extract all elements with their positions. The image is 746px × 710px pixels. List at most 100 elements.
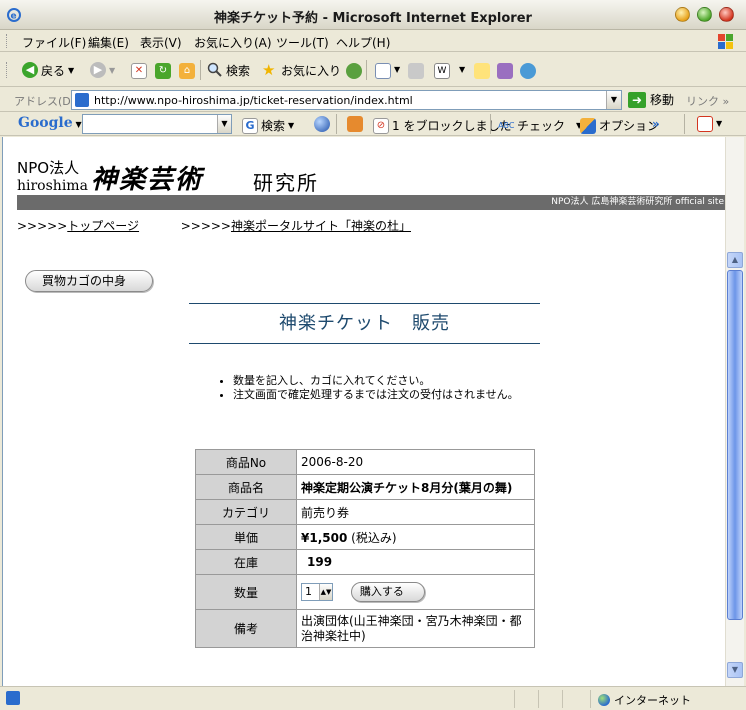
title-bar: e 神楽チケット予約 - Microsoft Internet Explorer [0, 0, 746, 30]
quantity-select[interactable]: 1 ▲▼ [301, 583, 333, 601]
links-toolbar[interactable]: リンク » [686, 93, 729, 109]
toolbar-divider [366, 60, 367, 80]
product-price: ¥1,500 (税込み) [296, 524, 535, 550]
pagerank-icon[interactable] [347, 116, 363, 132]
toolbar-grip[interactable] [6, 62, 9, 78]
buy-button[interactable]: 購入する [350, 582, 425, 602]
google-g-icon: G [242, 117, 258, 134]
google-logo[interactable]: Google ▼ [18, 115, 82, 131]
go-button[interactable]: ➜ 移動 [628, 91, 674, 108]
mail-icon[interactable] [375, 63, 391, 79]
pdf-icon[interactable] [697, 116, 713, 132]
institute-name: 研究所 [253, 171, 319, 195]
back-dropdown-icon[interactable]: ▼ [68, 66, 74, 75]
toolbar-divider [200, 60, 201, 80]
table-row: 商品名 神楽定期公演チケット8月分(葉月の舞) [195, 474, 535, 500]
google-toolbar: Google ▼ ▼ G 検索 ▼ ⊘ 1 をブロックしました ABC チェック… [0, 112, 746, 136]
address-dropdown-icon[interactable]: ▼ [606, 91, 621, 109]
close-button[interactable] [719, 7, 734, 22]
status-divider [562, 690, 563, 708]
quantity-dropdown-icon[interactable]: ▲▼ [319, 584, 332, 600]
options-button[interactable]: オプション [580, 117, 659, 134]
print-icon[interactable] [408, 63, 424, 79]
scrollbar-thumb[interactable] [727, 270, 743, 620]
menu-view[interactable]: 表示(V) [140, 34, 182, 51]
instructions-list: 数量を記入し、カゴに入れてください。 注文画面で確定処理するまでは注文の受付はさ… [217, 374, 519, 402]
messenger-icon[interactable] [520, 63, 536, 79]
product-no: 2006-8-20 [296, 449, 535, 475]
menu-bar: ファイル(F) 編集(E) 表示(V) お気に入り(A) ツール(T) ヘルプ(… [0, 30, 746, 52]
toolbar-divider [336, 114, 337, 134]
google-search-input[interactable]: ▼ [82, 114, 232, 134]
menu-edit[interactable]: 編集(E) [88, 34, 129, 51]
security-zone: インターネット [598, 692, 691, 708]
media-icon[interactable] [346, 63, 362, 79]
search-button[interactable]: 検索 [207, 61, 250, 79]
top-page-link[interactable]: トップページ [67, 219, 139, 233]
status-divider [514, 690, 515, 708]
google-search-button[interactable]: G 検索 ▼ [242, 117, 294, 134]
spell-check-button[interactable]: ABC チェック ▼ [498, 117, 582, 134]
site-band: NPO法人 広島神楽芸術研究所 official site [17, 195, 725, 210]
status-bar: インターネット [0, 686, 746, 710]
more-chevron-icon[interactable]: » [652, 117, 660, 131]
back-button[interactable]: ◀ 戻る ▼ [22, 61, 74, 79]
menu-file[interactable]: ファイル(F) [22, 34, 86, 51]
scroll-up-icon[interactable]: ▲ [727, 252, 743, 268]
refresh-icon[interactable]: ↻ [155, 63, 171, 79]
table-row: カテゴリ 前売り券 [195, 499, 535, 525]
edit-icon[interactable]: W [434, 63, 450, 79]
menu-favorites[interactable]: お気に入り(A) [194, 34, 272, 51]
vertical-scrollbar[interactable]: ▲ ▼ [725, 137, 744, 686]
table-row: 商品No 2006-8-20 [195, 449, 535, 475]
mail-dropdown-icon[interactable]: ▼ [394, 65, 400, 74]
top-links: >>>>>トップページ >>>>>神楽ポータルサイト「神楽の杜」 [17, 219, 411, 233]
status-divider [590, 690, 591, 708]
minimize-button[interactable] [675, 7, 690, 22]
menu-tools[interactable]: ツール(T) [276, 34, 329, 51]
kagura-logo: 神楽芸術 [91, 165, 204, 195]
windows-logo-icon [712, 32, 738, 51]
edit-dropdown-icon[interactable]: ▼ [459, 65, 465, 74]
favorites-button[interactable]: ★ お気に入り [262, 61, 341, 79]
stop-icon[interactable]: ✕ [131, 63, 147, 79]
address-label: アドレス(D) [14, 95, 76, 108]
address-url[interactable]: http://www.npo-hiroshima.jp/ticket-reser… [94, 94, 413, 107]
page-heading: 神楽チケット 販売 [189, 303, 540, 344]
address-input[interactable]: http://www.npo-hiroshima.jp/ticket-reser… [71, 90, 622, 110]
page-icon [75, 93, 89, 107]
quantity-cell: 1 ▲▼ 購入する [296, 574, 535, 610]
options-icon [580, 117, 596, 134]
search-icon [207, 62, 223, 78]
kagura-portal-link[interactable]: 神楽ポータルサイト「神楽の杜」 [231, 219, 411, 233]
home-icon[interactable]: ⌂ [179, 63, 195, 79]
view-cart-button[interactable]: 買物カゴの中身 [25, 270, 153, 292]
maximize-button[interactable] [697, 7, 712, 22]
table-row: 備考 出演団体(山王神楽団・宮乃木神楽団・都治神楽社中) [195, 609, 535, 648]
toolbar-grip[interactable] [6, 34, 9, 48]
list-item: 注文画面で確定処理するまでは注文の受付はされません。 [233, 388, 519, 402]
discuss-icon[interactable] [474, 63, 490, 79]
address-bar: アドレス(D) http://www.npo-hiroshima.jp/tick… [0, 88, 746, 112]
back-arrow-icon: ◀ [22, 62, 38, 78]
forward-dropdown-icon[interactable]: ▼ [109, 66, 115, 75]
google-search-dropdown-icon[interactable]: ▼ [217, 115, 231, 133]
go-arrow-icon: ➜ [628, 91, 646, 108]
table-row: 在庫 199 [195, 549, 535, 575]
window-title: 神楽チケット予約 - Microsoft Internet Explorer [214, 11, 532, 26]
globe-icon[interactable] [314, 116, 330, 132]
pdf-dropdown-icon[interactable]: ▼ [716, 119, 722, 128]
product-name: 神楽定期公演チケット8月分(葉月の舞) [296, 474, 535, 500]
scroll-down-icon[interactable]: ▼ [727, 662, 743, 678]
table-row: 数量 1 ▲▼ 購入する [195, 574, 535, 610]
star-icon: ★ [262, 61, 276, 79]
page-status-icon [6, 691, 20, 705]
toolbar-divider [684, 114, 685, 134]
research-icon[interactable] [497, 63, 513, 79]
list-item: 数量を記入し、カゴに入れてください。 [233, 374, 519, 388]
forward-button[interactable]: ▶ ▼ [90, 61, 115, 79]
menu-help[interactable]: ヘルプ(H) [336, 34, 390, 51]
google-search-dropdown-icon[interactable]: ▼ [288, 121, 294, 130]
status-divider [538, 690, 539, 708]
popup-blocked-icon: ⊘ [373, 117, 389, 134]
